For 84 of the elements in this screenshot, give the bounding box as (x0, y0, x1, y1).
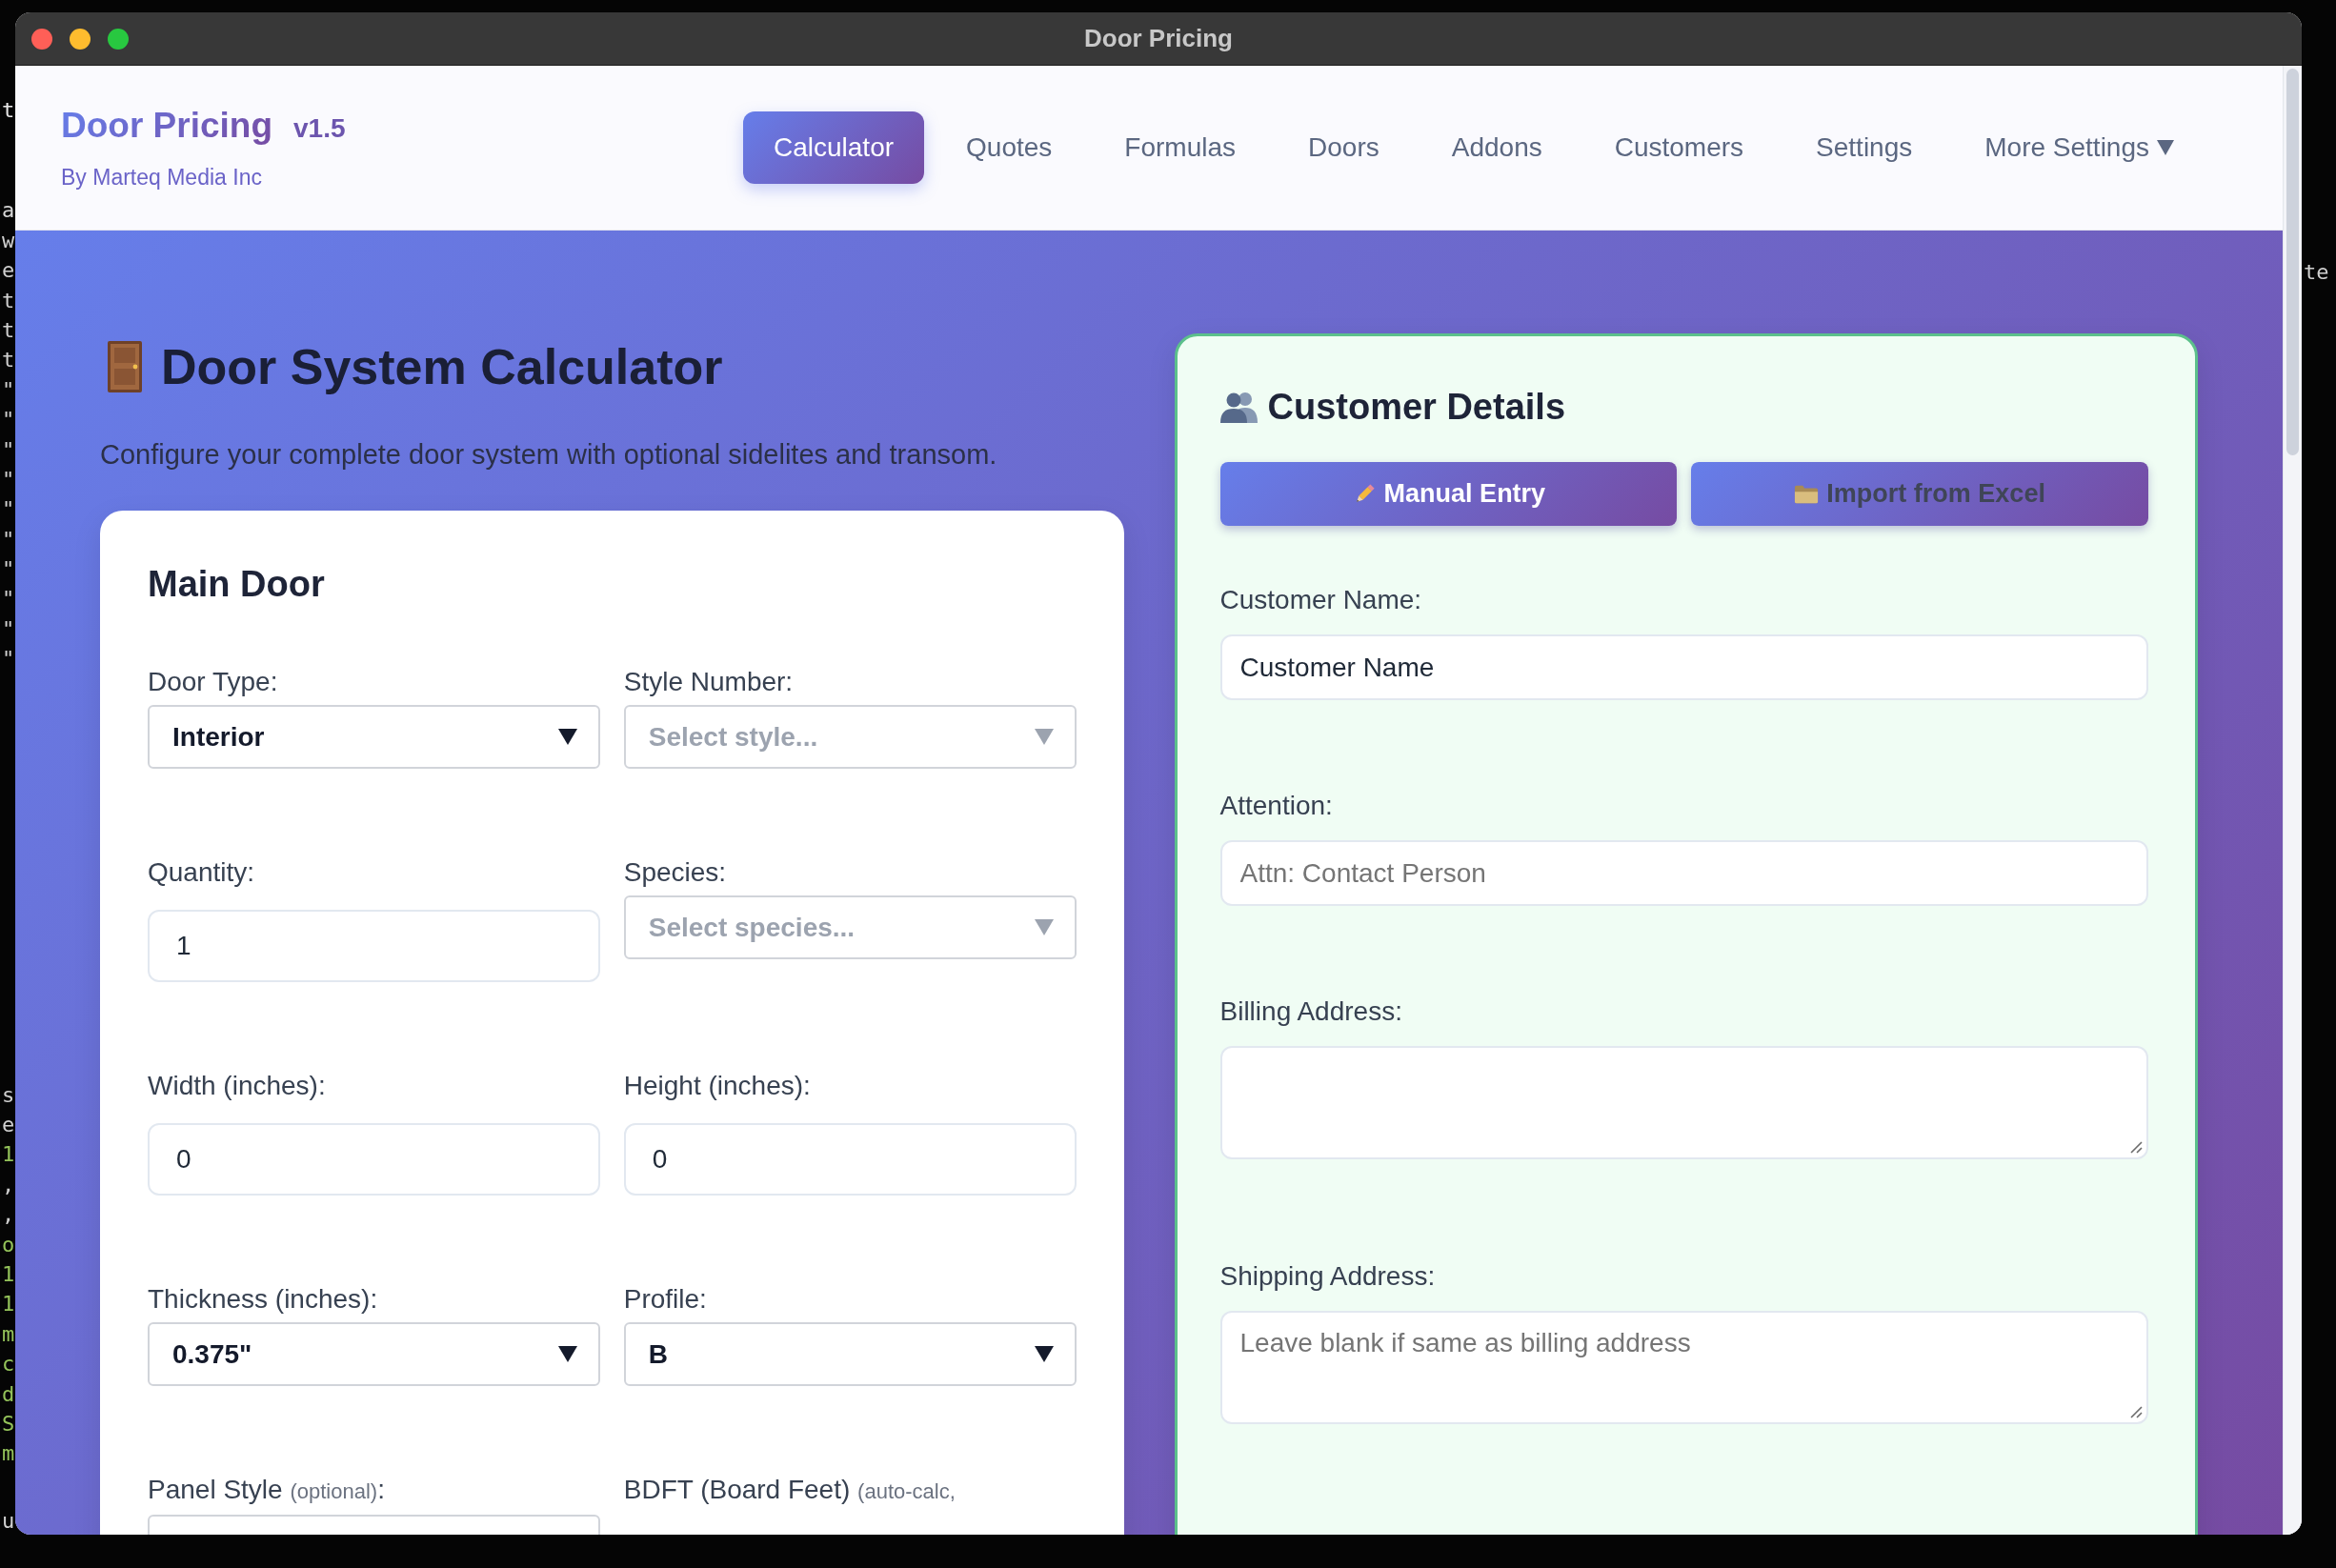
terminal-text: , (2, 1171, 15, 1198)
caret-icon (557, 729, 577, 745)
field-label: Width (inches): (148, 1070, 326, 1102)
terminal-text: c (2, 1351, 15, 1378)
nav-tab[interactable]: Doors (1278, 111, 1410, 184)
input-field[interactable]: Attn: Contact Person (1219, 840, 2148, 906)
field-label: Panel Style (optional): (148, 1474, 385, 1506)
field-label: Billing Address: (1219, 995, 1402, 1028)
maximize-button[interactable] (108, 28, 129, 50)
field-label: Height (inches): (623, 1070, 811, 1102)
field-label: Style Number: (623, 666, 794, 698)
terminal-text: a (2, 197, 15, 225)
nav-tab[interactable]: More Settings (1954, 111, 2205, 184)
terminal-text: o (2, 1231, 15, 1258)
section-title: Customer Details (1267, 386, 1566, 429)
door-icon (106, 340, 144, 393)
nav-tab[interactable]: Customers (1583, 111, 1775, 184)
text-area[interactable]: Leave blank if same as billing address (1219, 1311, 2148, 1424)
terminal-text: " (2, 466, 15, 493)
terminal-text: " (2, 556, 15, 584)
close-button[interactable] (31, 28, 52, 50)
terminal-text: S (2, 1410, 15, 1437)
dropdown[interactable]: 0.375" (148, 1322, 600, 1386)
nav-tab[interactable]: Settings (1785, 111, 1943, 184)
nav-tab[interactable]: Quotes (936, 111, 1083, 184)
terminal-text: 1 (2, 1291, 15, 1318)
field-label: Customer Name: (1219, 584, 1422, 616)
terminal-text: , (2, 1201, 15, 1229)
terminal-text: u (2, 1507, 15, 1535)
input-field[interactable]: 0 (148, 1123, 600, 1196)
version-label: v1.5 (293, 113, 346, 144)
terminal-text: " (2, 526, 15, 553)
scrollbar-thumb[interactable] (2286, 69, 2299, 455)
terminal-text: " (2, 646, 15, 673)
resize-handle-icon[interactable] (2129, 1140, 2143, 1154)
caret-icon (1034, 919, 1054, 935)
byline-text: By Marteq Media Inc (61, 164, 262, 191)
terminal-text: 1 (2, 1141, 15, 1169)
nav-tab[interactable]: Formulas (1094, 111, 1267, 184)
terminal-text: m (2, 1440, 15, 1468)
mode-button[interactable]: Manual Entry (1219, 462, 1678, 526)
dropdown[interactable]: B (623, 1322, 1077, 1386)
caret-icon (557, 1346, 577, 1362)
window-title: Door Pricing (1084, 24, 1233, 53)
terminal-text: w (2, 227, 15, 254)
terminal-text: t (2, 316, 15, 344)
terminal-text: " (2, 615, 15, 643)
terminal-text: m (2, 1320, 15, 1348)
terminal-text: " (2, 586, 15, 613)
caret-icon (1034, 729, 1054, 745)
terminal-text: 1 (2, 1261, 15, 1288)
nav-tab[interactable]: Calculator (743, 111, 925, 184)
minimize-button[interactable] (70, 28, 91, 50)
caret-icon (1034, 1346, 1054, 1362)
field-label: Attention: (1219, 790, 1333, 822)
resize-handle-icon[interactable] (2129, 1405, 2143, 1418)
field-label: Shipping Address: (1219, 1260, 1436, 1293)
input-field[interactable]: 0 (623, 1123, 1077, 1196)
terminal-text: e (2, 1112, 15, 1139)
terminal-text: t (2, 97, 15, 124)
terminal-text: " (2, 436, 15, 464)
terminal-text: " (2, 407, 15, 434)
terminal-text: t (2, 287, 15, 314)
people-icon (1219, 391, 1259, 423)
terminal-text: " (2, 376, 15, 404)
input-field[interactable]: Customer Name (1219, 634, 2148, 700)
field-label: Quantity: (148, 856, 255, 889)
field-label: Door Type: (148, 666, 278, 698)
terminal-text: " (2, 496, 15, 524)
field-label: BDFT (Board Feet) (auto-calc, (623, 1474, 956, 1506)
terminal-text: t (2, 347, 15, 374)
terminal-text: s (2, 1081, 15, 1109)
terminal-text: te (2304, 259, 2329, 286)
terminal-text: e (2, 257, 15, 285)
page-subtitle: Configure your complete door system with optional sidelites and transom. (100, 438, 997, 472)
section-title: Main Door (148, 563, 325, 606)
input-field[interactable]: 1 (148, 910, 600, 982)
field-label: Profile: (623, 1283, 707, 1316)
page-title: Door System Calculator (161, 338, 723, 396)
nav-tab[interactable]: Addons (1420, 111, 1573, 184)
terminal-text: d (2, 1380, 15, 1408)
field-label: Thickness (inches): (148, 1283, 378, 1316)
dropdown[interactable]: Interior (148, 705, 600, 769)
field-label: Species: (623, 856, 727, 889)
